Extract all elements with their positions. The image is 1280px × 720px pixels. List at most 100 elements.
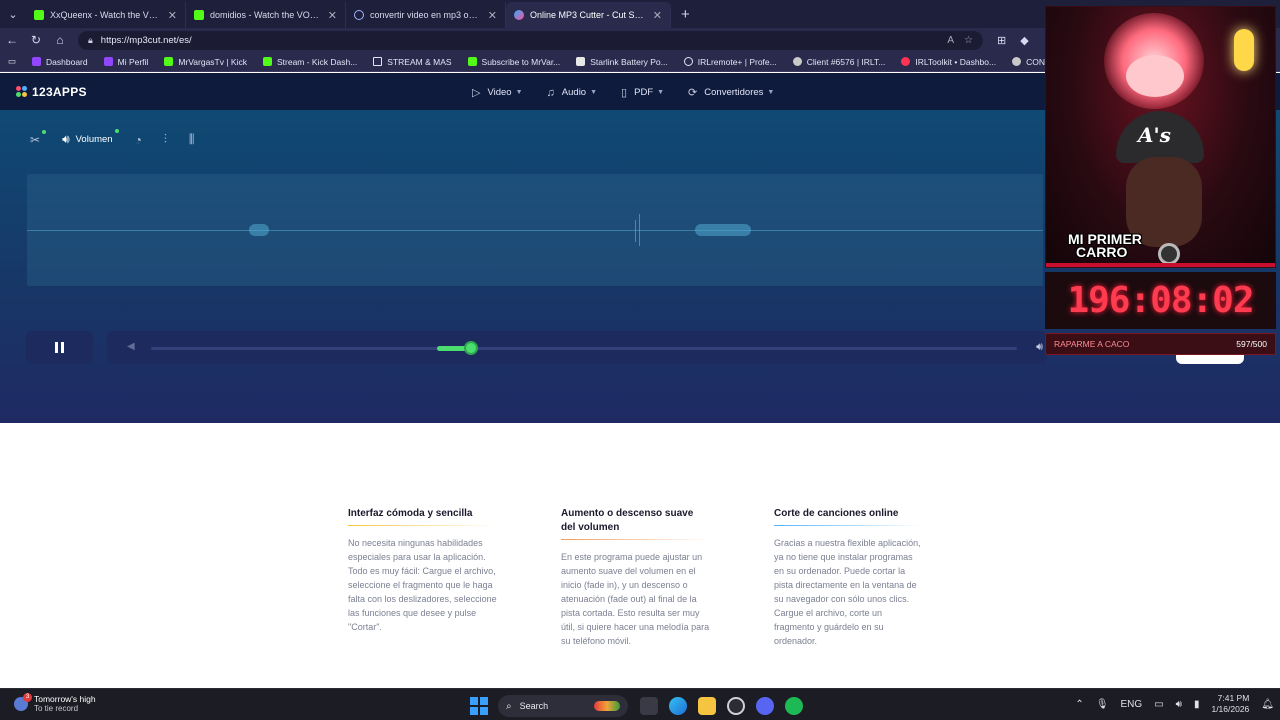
tab-search[interactable]: convertir video en mp3 online - Bu ✕ (346, 2, 506, 28)
site-logo[interactable]: 123APPS (16, 85, 87, 99)
tab-title: domidios - Watch the VOD on Kick (210, 10, 322, 20)
tab-xxqueenx[interactable]: XxQueenx - Watch the VOD on Kick ✕ (26, 2, 186, 28)
scissors-icon: ✂ (30, 132, 41, 147)
waveform[interactable] (27, 174, 1043, 286)
nav-label: Audio (561, 87, 587, 98)
obs-icon[interactable] (727, 697, 745, 715)
volume-track[interactable] (151, 347, 1017, 350)
bookmark-irltoolkit[interactable]: IRLToolkit • Dashbo... (901, 57, 996, 67)
close-icon[interactable]: ✕ (328, 9, 337, 22)
tab-title: XxQueenx - Watch the VOD on Kick (50, 10, 162, 20)
tool-equalizer[interactable]: ⫶ (164, 132, 167, 147)
system-tray: ⌃ 🎙︎ ENG ▭ 🔊︎ ▮ 7:41 PM 1/16/2026 🔔︎ (1063, 693, 1274, 715)
back-icon[interactable]: ← (0, 33, 24, 47)
convert-icon: ⟳ (688, 87, 698, 99)
bookmark-mi-perfil[interactable]: Mi Perfil (103, 57, 148, 67)
taskbar-search[interactable]: ⌕ Search (498, 695, 628, 717)
tab-title: Online MP3 Cutter - Cut Songs (530, 10, 647, 20)
task-view-icon[interactable] (640, 697, 658, 715)
pause-button[interactable] (26, 331, 93, 364)
video-icon: ▷ (472, 87, 481, 99)
reload-icon[interactable]: ↻ (24, 33, 48, 47)
starlink-icon (576, 57, 586, 66)
tab-mp3cut[interactable]: Online MP3 Cutter - Cut Songs ✕ (506, 2, 671, 28)
stream-timer: 196:08:02 (1045, 272, 1276, 329)
bookmark-mrvargastv[interactable]: MrVargasTv | Kick (164, 57, 247, 67)
network-icon[interactable]: ▭ (1154, 699, 1163, 710)
feature-title: Corte de canciones online (774, 508, 899, 519)
read-aloud-icon[interactable]: A (947, 35, 954, 46)
spotify-icon[interactable] (785, 697, 803, 715)
close-icon[interactable]: ✕ (168, 9, 177, 22)
chevron-up-icon[interactable]: ⌃ (1075, 699, 1083, 710)
extension-diamond-icon[interactable]: ◆ (1020, 34, 1028, 47)
bookmarks-menu-icon[interactable]: ▭ (8, 56, 16, 67)
start-button[interactable] (470, 697, 488, 715)
bookmark-label: MrVargasTv | Kick (178, 56, 247, 67)
irltoolkit-icon (901, 57, 911, 66)
waveform-spike (635, 220, 636, 242)
weather-title: Tomorrow's high (34, 694, 96, 704)
volume-icon[interactable]: 🔊︎ (1176, 699, 1182, 710)
waveform-segment (249, 224, 269, 236)
lock-icon: 🔒︎ (88, 34, 93, 45)
nav-pdf[interactable]: ▯ PDF ▼ (621, 86, 664, 99)
logo-text: 123APPS (32, 85, 87, 99)
bookmark-subscribe[interactable]: Subscribe to MrVar... (467, 57, 560, 67)
clock-time: 7:41 PM (1217, 693, 1250, 703)
close-icon[interactable]: ✕ (653, 9, 662, 22)
bookmark-stream-mas[interactable]: STREAM & MAS (373, 57, 452, 67)
folder-icon (373, 57, 383, 66)
tool-speed[interactable]: ◔ (135, 133, 142, 147)
extensions-icon[interactable]: ⊞ (997, 34, 1006, 47)
tool-label: Volumen (75, 134, 113, 145)
baseball-cap: A's (1116, 111, 1204, 163)
bookmark-dashboard[interactable]: Dashboard (32, 57, 88, 67)
tool-cut[interactable]: ✂ (30, 129, 47, 147)
goal-label: RAPARME A CACO (1054, 339, 1130, 349)
neon-face (1126, 55, 1184, 97)
edge-icon[interactable] (669, 697, 687, 715)
bookmark-label: IRLToolkit • Dashbo... (915, 56, 997, 67)
favorite-star-icon[interactable]: ☆ (964, 35, 973, 46)
feature-text: En este programa puede ajustar un aument… (561, 552, 710, 646)
tool-volume[interactable]: 🔊︎ Volumen (62, 129, 119, 147)
home-icon[interactable]: ⌂ (48, 33, 72, 47)
new-tab-button[interactable]: + (681, 6, 690, 23)
volume-low-icon: ◀ (127, 341, 135, 352)
kick-icon (34, 10, 44, 20)
pause-icon (55, 342, 58, 353)
nav-convertidores[interactable]: ⟳ Convertidores ▼ (688, 86, 774, 99)
tool-settings[interactable]: ⫼ (189, 132, 195, 147)
url-input[interactable]: 🔒︎ https://mp3cut.net/es/ A ☆ (78, 30, 983, 50)
tab-actions-menu[interactable]: ⌄ (0, 0, 26, 28)
feature-accent-line (774, 525, 922, 526)
volume-slider-thumb[interactable] (464, 341, 479, 355)
microphone-icon[interactable]: 🎙︎ (1096, 699, 1109, 710)
bookmark-stream-kick[interactable]: Stream - Kick Dash... (262, 57, 357, 67)
sliders-icon: ⫼ (188, 132, 195, 146)
volume-high-icon: 🔊︎ (1036, 341, 1043, 353)
weather-subtitle: To tie record (34, 704, 79, 713)
chevron-down-icon: ▼ (590, 89, 598, 96)
bookmark-client[interactable]: Client #6576 | IRLT... (792, 57, 885, 67)
waveform-spike (639, 214, 640, 246)
notifications-icon[interactable]: 🔔︎ (1261, 699, 1274, 710)
globe-icon (683, 57, 693, 66)
file-explorer-icon[interactable] (698, 697, 716, 715)
tab-domidios[interactable]: domidios - Watch the VOD on Kick ✕ (186, 2, 346, 28)
weather-widget[interactable]: 3 Tomorrow's high To tie record (14, 692, 96, 713)
logo-icon (16, 86, 28, 98)
battery-icon[interactable]: ▮ (1194, 699, 1200, 710)
close-icon[interactable]: ✕ (488, 9, 497, 22)
language-indicator[interactable]: ENG (1121, 699, 1143, 710)
bookmark-starlink[interactable]: Starlink Battery Po... (576, 57, 668, 67)
save-button[interactable] (1176, 354, 1244, 364)
nav-audio[interactable]: ♫ Audio ▼ (547, 86, 598, 99)
caption-line-2: CARRO (1076, 244, 1128, 260)
clock[interactable]: 7:41 PM 1/16/2026 (1211, 693, 1249, 715)
discord-icon[interactable] (756, 697, 774, 715)
bookmark-irlremote[interactable]: IRLremote+ | Profe... (683, 57, 777, 67)
music-icon: ♫ (546, 86, 555, 99)
nav-video[interactable]: ▷ Video ▼ (472, 86, 523, 99)
